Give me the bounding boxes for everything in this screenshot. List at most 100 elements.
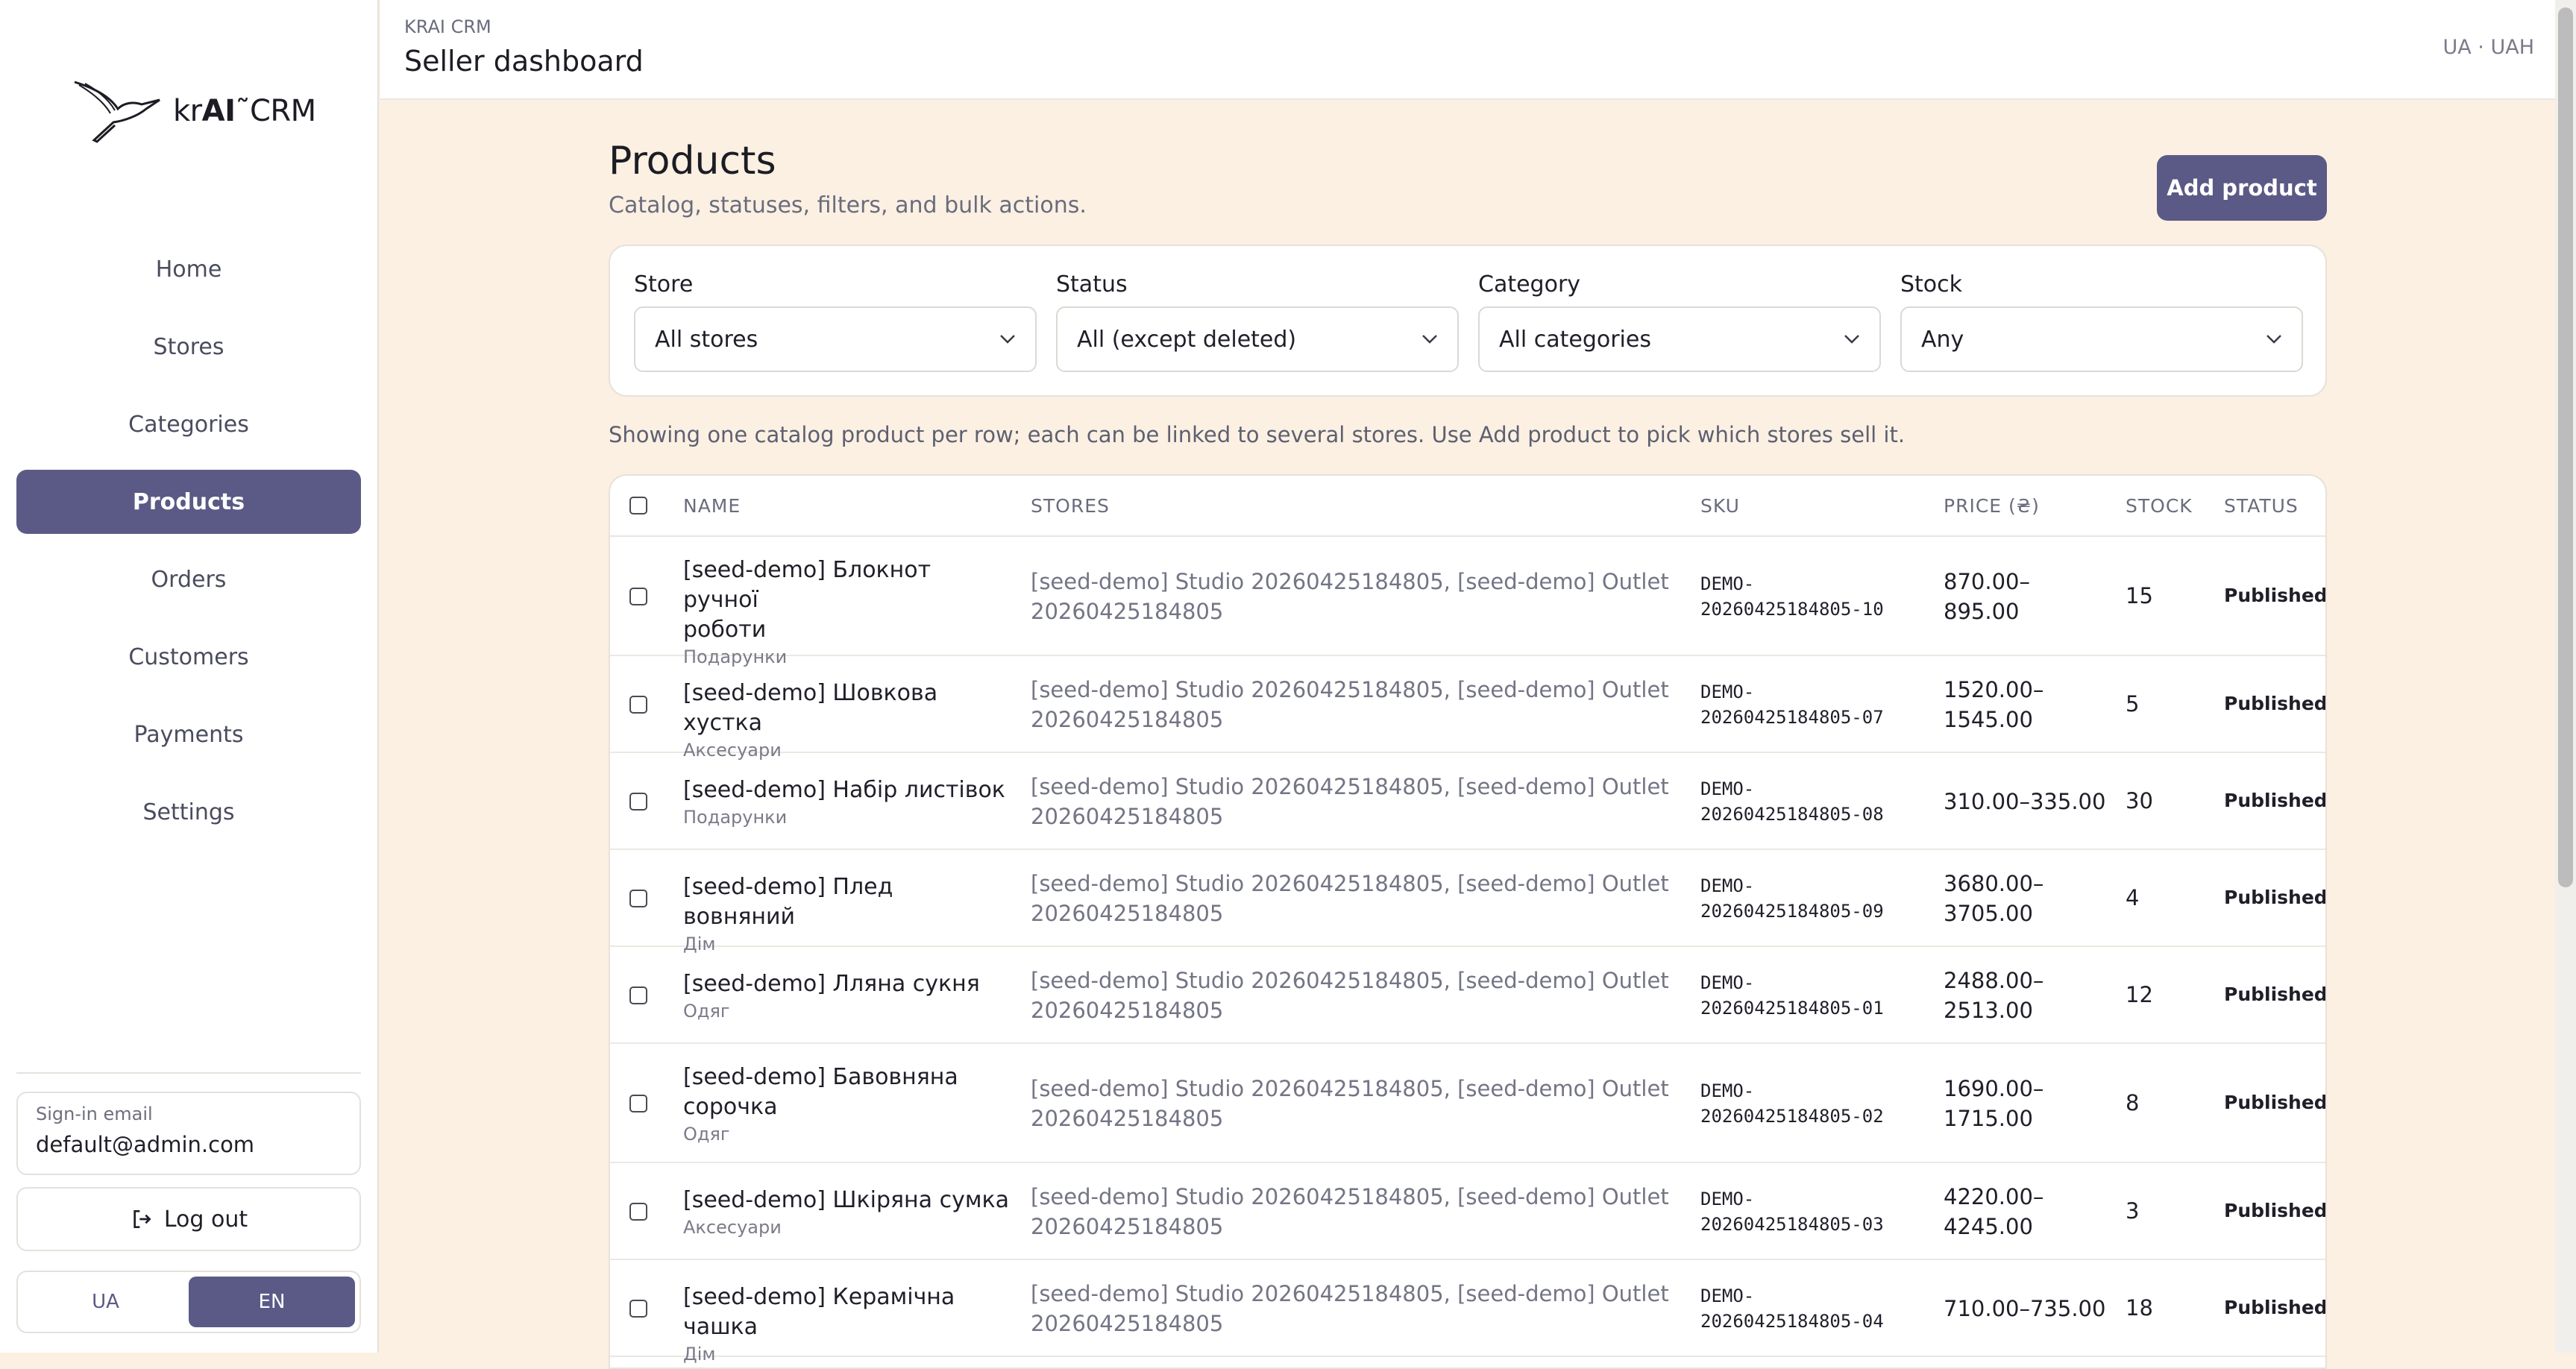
table-row[interactable]: [seed-demo] Набір листівок Подарунки [seed… — [610, 753, 2325, 850]
filter-status: Status All (except deleted) — [1056, 271, 1459, 372]
product-name[interactable]: [seed-demo] Плед вовняний — [683, 872, 1011, 932]
product-name-cell[interactable]: [seed-demo] Лляна сукня Одяг — [683, 969, 1011, 1022]
product-name[interactable]: [seed-demo] Бавовняна сорочка — [683, 1063, 1011, 1122]
add-product-button[interactable]: Add product — [2157, 155, 2327, 221]
table-row[interactable]: [seed-demo] Шкіряна сумка Аксесуари [seed-… — [610, 1163, 2325, 1260]
product-category: Аксесуари — [683, 1217, 782, 1238]
table-row[interactable]: [seed-demo] Лляна сукня Одяг [seed-demo] S… — [610, 947, 2325, 1044]
product-price: 3680.00– 3705.00 — [1944, 871, 2044, 926]
page-scrollbar-thumb[interactable] — [2558, 7, 2573, 887]
product-stock: 30 — [2126, 788, 2153, 813]
row-checkbox[interactable] — [629, 986, 647, 1004]
row-checkbox[interactable] — [629, 588, 647, 605]
table-row[interactable]: [seed-demo] Плед вовняний Дім [seed-demo] … — [610, 850, 2325, 954]
select-all-checkbox[interactable] — [629, 497, 647, 514]
product-name-cell[interactable]: [seed-demo] Бавовняна сорочка Одяг — [683, 1063, 1011, 1145]
product-name-cell[interactable]: [seed-demo] Блокнот ручної роботи Подарунк… — [683, 556, 1011, 667]
filter-store-value: All stores — [655, 326, 758, 353]
product-price: 4220.00– 4245.00 — [1944, 1184, 2044, 1239]
product-stores: [seed-demo] Studio 20260425184805, [seed… — [1031, 774, 1669, 829]
product-stock: 3 — [2126, 1198, 2140, 1224]
chevron-down-icon — [2266, 335, 2281, 344]
product-name[interactable]: [seed-demo] Шовкова хустка — [683, 679, 1011, 738]
row-checkbox[interactable] — [629, 1203, 647, 1221]
filter-category-select[interactable]: All categories — [1478, 306, 1881, 372]
filter-stock: Stock Any — [1900, 271, 2303, 372]
product-sku: DEMO- 20260425184805-09 — [1700, 875, 1884, 922]
status-badge: Published — [2224, 693, 2327, 714]
logout-label: Log out — [163, 1206, 248, 1233]
product-stores: [seed-demo] Studio 20260425184805, [seed… — [1031, 677, 1669, 732]
logo-wordmark: krAI˜CRM — [173, 94, 316, 128]
logout-icon — [133, 1210, 151, 1228]
product-name[interactable]: [seed-demo] Керамічна чашка — [683, 1283, 1011, 1342]
product-stock: 8 — [2126, 1090, 2140, 1115]
product-name-cell[interactable]: [seed-demo] Набір листівок Подарунки — [683, 775, 1011, 828]
chevron-down-icon — [1000, 335, 1015, 344]
filter-status-select[interactable]: All (except deleted) — [1056, 306, 1459, 372]
table-row[interactable]: [seed-demo] Шовкова хустка Аксесуари [seed… — [610, 656, 2327, 761]
product-name[interactable]: [seed-demo] Набір листівок — [683, 775, 1011, 805]
col-name[interactable]: NAME — [683, 495, 741, 517]
sidebar: krAI˜CRM Home Stores Categories Products… — [0, 0, 379, 1353]
product-price: 870.00– 895.00 — [1944, 569, 2030, 624]
lang-en-button[interactable]: EN — [189, 1277, 355, 1327]
signin-email-box: Sign-in email default@admin.com — [16, 1092, 361, 1175]
product-name[interactable]: [seed-demo] Лляна сукня — [683, 969, 1011, 999]
sidebar-item-stores[interactable]: Stores — [16, 315, 361, 379]
top-header: KRAI CRM Seller dashboard UA · UAH — [380, 0, 2555, 100]
col-status[interactable]: STATUS — [2224, 495, 2299, 517]
product-name[interactable]: [seed-demo] Шкіряна сумка — [683, 1186, 1011, 1215]
filter-store-select[interactable]: All stores — [634, 306, 1037, 372]
table-row[interactable]: [seed-demo] Керамічна чашка Дім [seed-demo… — [610, 1260, 2325, 1365]
app-logo[interactable]: krAI˜CRM — [72, 78, 316, 145]
filter-stock-value: Any — [1921, 326, 1964, 353]
sidebar-item-orders[interactable]: Orders — [16, 547, 361, 611]
sidebar-item-settings[interactable]: Settings — [16, 780, 361, 844]
product-name-cell[interactable]: [seed-demo] Шовкова хустка Аксесуари — [683, 679, 1011, 761]
col-stock[interactable]: STOCK — [2126, 495, 2193, 517]
sidebar-item-payments[interactable]: Payments — [16, 702, 361, 767]
product-category: Одяг — [683, 1124, 730, 1145]
row-checkbox[interactable] — [629, 696, 647, 714]
product-stores: [seed-demo] Studio 20260425184805, [seed… — [1031, 871, 1669, 926]
col-price[interactable]: PRICE (₴) — [1944, 495, 2040, 517]
sidebar-item-customers[interactable]: Customers — [16, 625, 361, 689]
sidebar-item-home[interactable]: Home — [16, 237, 361, 301]
locale-indicator: UA · UAH — [2443, 36, 2534, 59]
product-name-cell[interactable]: [seed-demo] Шкіряна сумка Аксесуари — [683, 1186, 1011, 1238]
product-name[interactable]: [seed-demo] Блокнот ручної роботи — [683, 556, 1011, 645]
email-label: Sign-in email — [36, 1104, 153, 1124]
table-row[interactable]: [seed-demo] Блокнот ручної роботи Подарунк… — [610, 537, 2327, 667]
product-sku: DEMO- 20260425184805-03 — [1700, 1189, 1884, 1235]
heron-logo-icon — [74, 81, 160, 143]
sidebar-item-categories[interactable]: Categories — [16, 392, 361, 456]
page-title: Products — [609, 139, 776, 183]
product-stores: [seed-demo] Studio 20260425184805, [seed… — [1031, 968, 1669, 1023]
sidebar-item-products[interactable]: Products — [16, 470, 361, 534]
filters-panel: Store All stores Status All (except dele… — [609, 245, 2327, 397]
row-checkbox[interactable] — [629, 890, 647, 907]
filter-stock-select[interactable]: Any — [1900, 306, 2303, 372]
row-checkbox[interactable] — [629, 1095, 647, 1112]
lang-ua-button[interactable]: UA — [22, 1277, 189, 1327]
logout-button[interactable]: Log out — [16, 1187, 361, 1251]
status-badge: Published — [2224, 1200, 2327, 1221]
col-stores[interactable]: STORES — [1031, 495, 1110, 517]
status-badge: Published — [2224, 585, 2327, 606]
table-row[interactable]: [seed-demo] Бавовняна сорочка Одяг [seed-de… — [610, 1044, 2325, 1163]
product-stock: 12 — [2126, 982, 2153, 1007]
product-category: Одяг — [683, 1001, 730, 1022]
product-category: Дім — [683, 1344, 716, 1365]
product-name-cell[interactable]: [seed-demo] Плед вовняний Дім — [683, 872, 1011, 954]
row-checkbox[interactable] — [629, 1300, 647, 1318]
status-badge: Published — [2224, 790, 2327, 811]
product-category: Подарунки — [683, 807, 788, 828]
product-sku: DEMO- 20260425184805-07 — [1700, 682, 1884, 728]
dashboard-title: Seller dashboard — [404, 45, 644, 78]
product-sku: DEMO- 20260425184805-01 — [1700, 972, 1884, 1019]
col-sku[interactable]: SKU — [1700, 495, 1740, 517]
product-stores: [seed-demo] Studio 20260425184805, [seed… — [1031, 569, 1669, 624]
row-checkbox[interactable] — [629, 793, 647, 811]
product-stock: 5 — [2126, 691, 2140, 717]
